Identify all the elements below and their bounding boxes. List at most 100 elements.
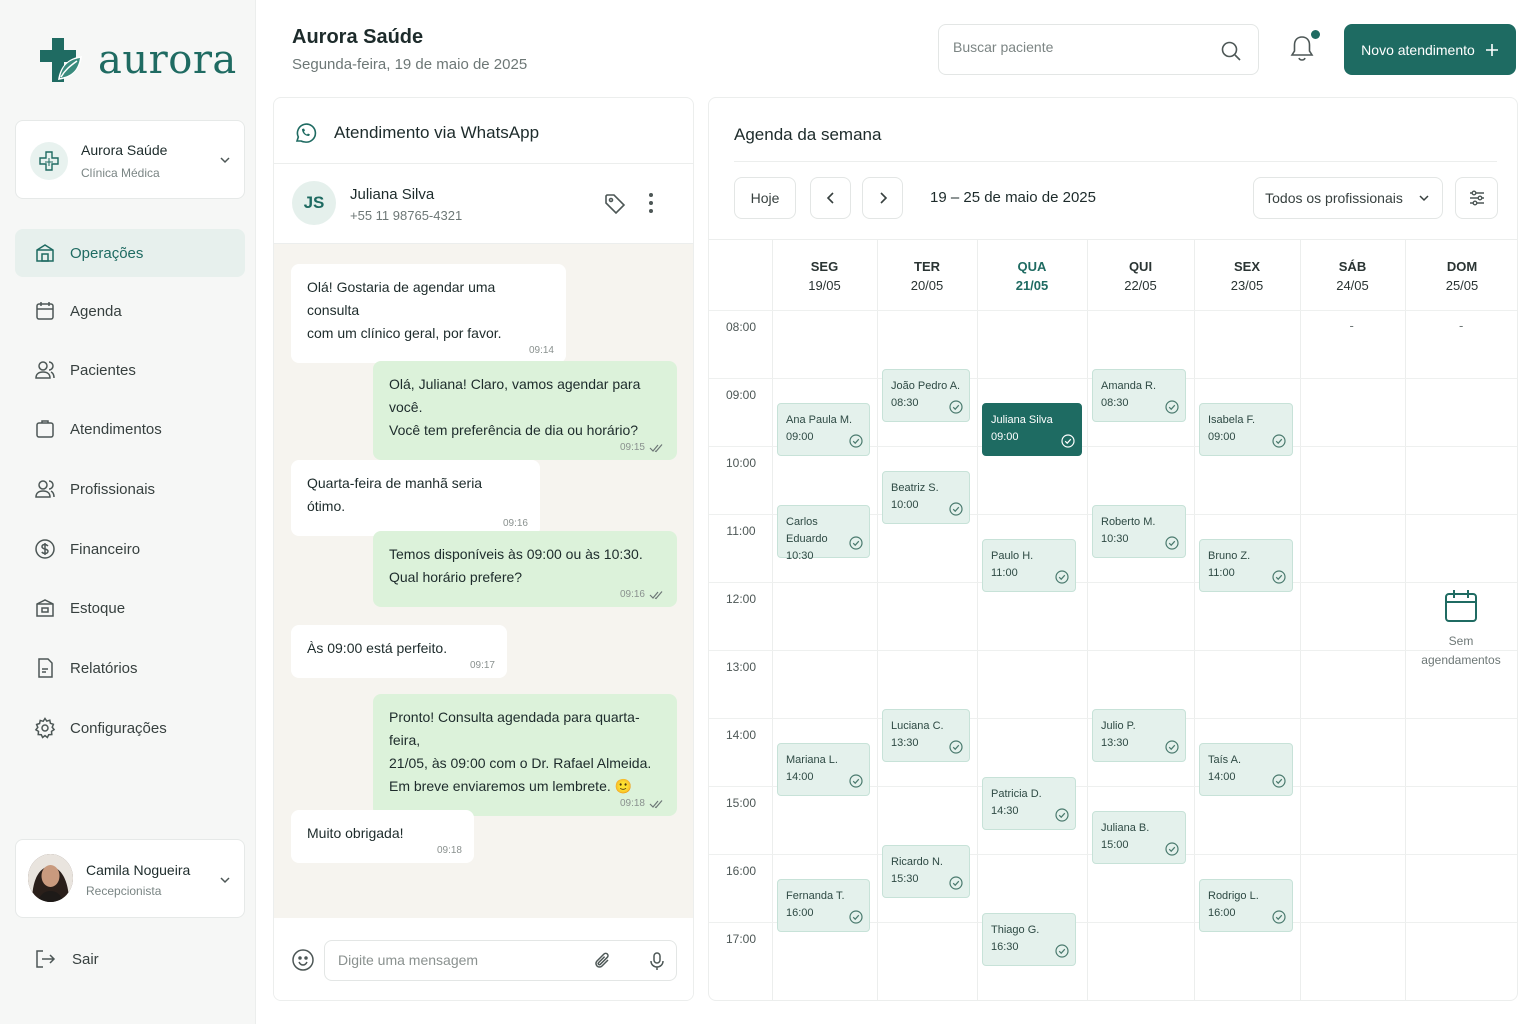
message-time: 09:16 — [620, 589, 665, 601]
notifications-button[interactable] — [1289, 30, 1320, 62]
appointment-card[interactable]: Luciana C. 13:30 — [882, 709, 970, 762]
double-check-icon — [649, 799, 665, 809]
appointment-card[interactable]: Patricia D. 14:30 — [982, 777, 1076, 830]
appointment-card[interactable]: Amanda R. 08:30 — [1092, 369, 1186, 422]
check-circle-icon — [1272, 774, 1286, 788]
appointment-card[interactable]: Fernanda T. 16:00 — [777, 879, 870, 932]
nav-label: Estoque — [70, 599, 126, 617]
microphone-icon[interactable] — [647, 951, 667, 971]
check-circle-icon — [849, 774, 863, 788]
appointment-patient: Thiago G. — [991, 924, 1040, 936]
clinic-selector[interactable]: Aurora Saúde Clínica Médica — [15, 120, 245, 199]
day-header[interactable]: SEX 23/05 — [1194, 257, 1300, 295]
hour-label: 10:00 — [725, 456, 757, 470]
appointment-card[interactable]: Julio P. 13:30 — [1092, 709, 1186, 762]
appointment-card[interactable]: Ana Paula M. 09:00 — [777, 403, 870, 456]
chevron-right-icon — [876, 191, 890, 205]
nav-item-atendimentos[interactable]: Atendimentos — [15, 405, 245, 453]
nav-item-operacoes[interactable]: Operações — [15, 229, 245, 277]
incoming-message: Olá! Gostaria de agendar uma consulta com… — [291, 264, 566, 363]
logout-icon — [34, 948, 56, 970]
professional-filter-value: Todos os profissionais — [1265, 190, 1403, 206]
day-header[interactable]: DOM 25/05 — [1405, 257, 1517, 295]
empty-state-text: agendamentos — [1421, 653, 1501, 667]
new-appointment-label: Novo atendimento — [1361, 41, 1475, 58]
day-header[interactable]: QUI 22/05 — [1087, 257, 1194, 295]
day-date: 25/05 — [1445, 278, 1479, 293]
logout-button[interactable]: Sair — [34, 948, 99, 970]
appointment-card[interactable]: Carlos Eduardo 10:30 — [777, 505, 870, 562]
empty-state: Sem agendamentos — [1406, 588, 1516, 670]
appointment-card[interactable]: Isabela F. 09:00 — [1199, 403, 1293, 456]
day-name: QUI — [1128, 259, 1153, 274]
day-header[interactable]: SEG 19/05 — [772, 257, 877, 295]
appointment-card[interactable]: Juliana Silva 09:00 — [982, 403, 1082, 456]
appointment-card[interactable]: Taís A. 14:00 — [1199, 743, 1293, 796]
nav-label: Profissionais — [70, 480, 156, 498]
nav-item-relatorios[interactable]: Relatórios — [15, 644, 245, 692]
tag-icon[interactable] — [603, 192, 627, 216]
appointment-card[interactable]: Thiago G. 16:30 — [982, 913, 1076, 966]
grid-column-line — [877, 240, 878, 1000]
nav-item-profissionais[interactable]: Profissionais — [15, 465, 245, 513]
next-week-button[interactable] — [862, 177, 903, 219]
appointment-patient: Ana Paula M. — [786, 414, 853, 426]
day-name: QUA — [1017, 259, 1047, 274]
appointment-card[interactable]: Juliana B. 15:00 — [1092, 811, 1186, 864]
message-time: 09:18 — [437, 845, 462, 857]
appointment-card[interactable]: Beatriz S. 10:00 — [882, 471, 970, 524]
check-circle-icon — [949, 876, 963, 890]
appointment-card[interactable]: João Pedro A. 08:30 — [882, 369, 970, 422]
nav-item-agenda[interactable]: Agenda — [15, 287, 245, 335]
appointment-card[interactable]: Mariana L. 14:00 — [777, 743, 870, 796]
message-input[interactable] — [338, 952, 578, 968]
day-date: 24/05 — [1336, 278, 1369, 293]
appointment-card[interactable]: Rodrigo L. 16:00 — [1199, 879, 1293, 932]
attachment-icon[interactable] — [593, 951, 613, 971]
appointment-card[interactable]: Paulo H. 11:00 — [982, 539, 1076, 592]
nav-item-configuracoes[interactable]: Configurações — [15, 704, 245, 752]
nav-item-pacientes[interactable]: Pacientes — [15, 346, 245, 394]
nav-item-estoque[interactable]: Estoque — [15, 584, 245, 632]
search-icon[interactable] — [1220, 40, 1242, 62]
search-input[interactable] — [953, 39, 1203, 55]
appointment-card[interactable]: Roberto M. 10:30 — [1092, 505, 1186, 558]
today-button[interactable]: Hoje — [734, 177, 796, 219]
appointment-card[interactable]: Bruno Z. 11:00 — [1199, 539, 1293, 592]
agenda-title: Agenda da semana — [734, 125, 882, 144]
logo[interactable]: aurora — [38, 38, 237, 82]
appointment-time: 10:30 — [786, 550, 814, 562]
empty-state-text: Sem — [1448, 634, 1474, 648]
new-appointment-button[interactable]: Novo atendimento — [1344, 24, 1516, 75]
message-text: 21/05, às 09:00 com o Dr. Rafael Almeida… — [389, 755, 652, 771]
appointment-card[interactable]: Ricardo N. 15:30 — [882, 845, 970, 898]
message-input-box[interactable] — [324, 940, 677, 981]
chat-header: Atendimento via WhatsApp — [274, 98, 693, 164]
nav-item-financeiro[interactable]: Financeiro — [15, 525, 245, 573]
calendar-icon — [1406, 588, 1516, 624]
search-box[interactable] — [938, 24, 1259, 75]
previous-week-button[interactable] — [810, 177, 851, 219]
appointment-patient: Rodrigo L. — [1208, 890, 1259, 902]
professional-filter-select[interactable]: Todos os profissionais — [1253, 177, 1443, 219]
emoji-icon[interactable] — [291, 948, 315, 972]
appointment-patient: Paulo H. — [991, 550, 1034, 562]
chevron-down-icon — [218, 153, 232, 167]
day-header[interactable]: TER 20/05 — [877, 257, 977, 295]
clinic-icon — [30, 142, 68, 180]
filter-settings-button[interactable] — [1455, 177, 1498, 219]
more-options-icon[interactable] — [648, 192, 654, 214]
grid-row-line — [709, 582, 1517, 583]
message-text: Olá, Juliana! Claro, vamos agendar para … — [389, 376, 641, 415]
day-header[interactable]: SÁB 24/05 — [1300, 257, 1405, 295]
check-circle-icon — [1272, 910, 1286, 924]
user-menu[interactable]: Camila Nogueira Recepcionista — [15, 839, 245, 918]
message-text: Temos disponíveis às 09:00 ou às 10:30. — [389, 546, 643, 562]
message-time-text: 09:15 — [619, 442, 645, 453]
day-header[interactable]: QUA 21/05 — [977, 257, 1087, 295]
sidebar: aurora Aurora Saúde Clínica Médica Opera… — [0, 0, 256, 1024]
clipboard-icon — [34, 418, 56, 440]
dollar-icon — [34, 538, 56, 560]
weekly-agenda-panel: Agenda da semana Hoje 19 – 25 de maio de… — [708, 97, 1518, 1001]
message-time-text: 09:18 — [436, 845, 462, 856]
